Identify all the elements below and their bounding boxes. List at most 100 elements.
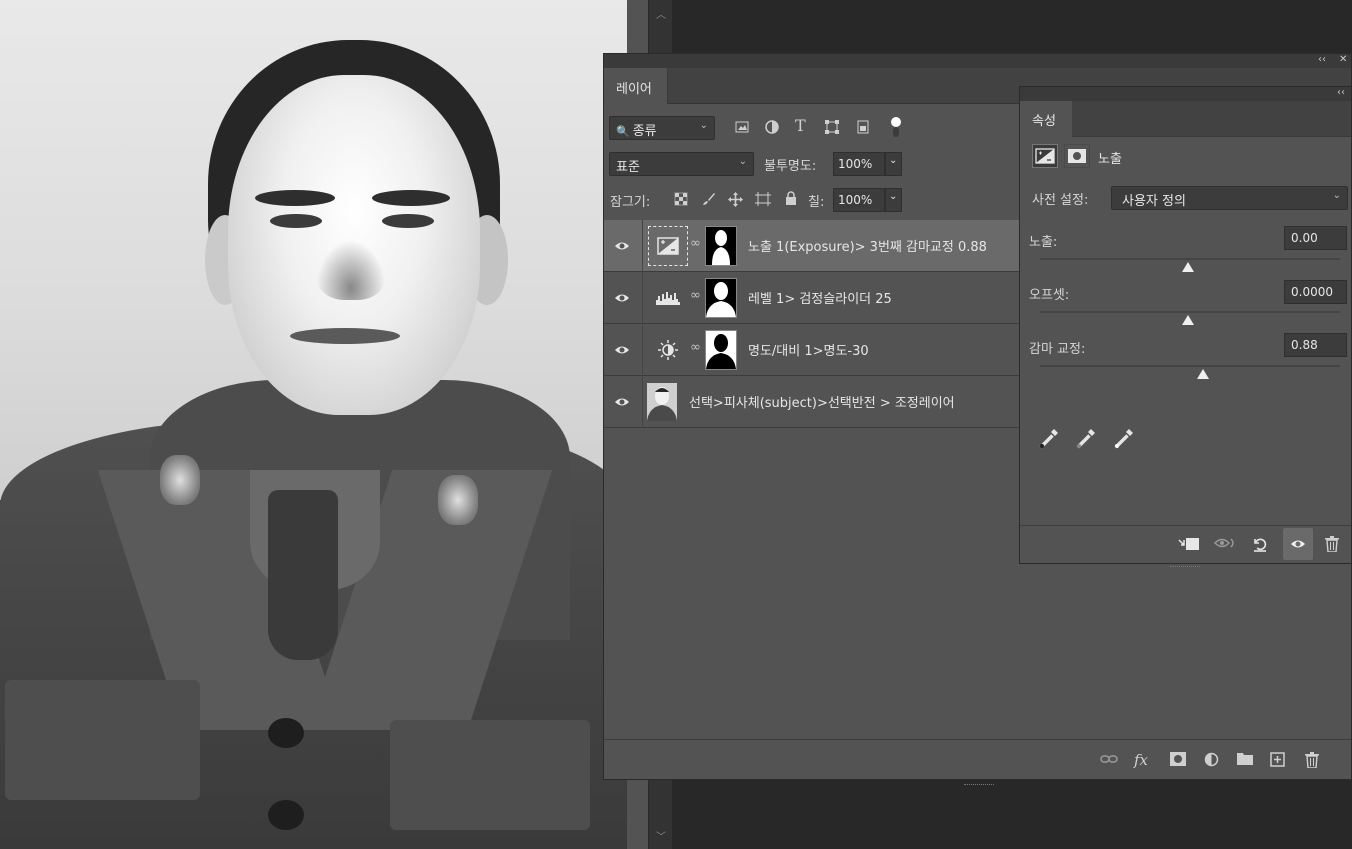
brightness-contrast-sun-icon[interactable] bbox=[648, 330, 688, 370]
offset-input[interactable]: 0.0000 bbox=[1284, 280, 1347, 304]
delete-layer-trash-icon[interactable] bbox=[1305, 752, 1319, 771]
gray-point-eyedropper-icon[interactable] bbox=[1075, 427, 1097, 449]
exposure-slider-track[interactable] bbox=[1040, 258, 1340, 260]
reset-adjustment-icon[interactable] bbox=[1252, 536, 1268, 555]
offset-slider-track[interactable] bbox=[1040, 311, 1340, 313]
lock-label: 잠그기: bbox=[610, 195, 651, 210]
background-photo-thumbnail[interactable] bbox=[646, 382, 678, 422]
tab-layers[interactable]: 레이어 bbox=[604, 68, 668, 104]
properties-bottom-toolbar bbox=[1020, 525, 1351, 567]
fill-dropdown-chevron-icon[interactable]: ⌄ bbox=[885, 188, 902, 212]
layer-row[interactable]: 선택>피사체(subject)>선택반전 > 조정레이어 bbox=[604, 376, 1019, 428]
layer-row[interactable]: ∞ 레벨 1> 검정슬라이더 25 bbox=[604, 272, 1019, 324]
exposure-adjustment-icon[interactable] bbox=[648, 226, 688, 266]
layer-row[interactable]: ∞ 명도/대비 1>명도-30 bbox=[604, 324, 1019, 376]
adjustment-properties-icon[interactable] bbox=[1032, 144, 1058, 168]
filter-adjustment-layer-icon[interactable] bbox=[765, 120, 779, 138]
properties-tab-strip: 속성 bbox=[1020, 101, 1351, 137]
gamma-slider-thumb[interactable] bbox=[1197, 369, 1209, 379]
chevron-down-icon: ⌄ bbox=[1332, 190, 1341, 201]
clip-to-layer-icon[interactable] bbox=[1178, 536, 1200, 555]
photo-button bbox=[268, 718, 304, 748]
gamma-slider-track[interactable] bbox=[1040, 365, 1340, 367]
layer-name[interactable]: 선택>피사체(subject)>선택반전 > 조정레이어 bbox=[689, 392, 955, 411]
layer-style-fx-icon[interactable]: fx bbox=[1134, 752, 1148, 768]
layer-row[interactable]: ∞ 노출 1(Exposure)> 3번째 감마교정 0.88 bbox=[604, 220, 1019, 272]
photo-button bbox=[268, 800, 304, 830]
link-layers-icon[interactable] bbox=[1100, 752, 1118, 768]
filter-smart-object-icon[interactable] bbox=[856, 120, 870, 138]
lock-transparent-pixels-icon[interactable] bbox=[674, 192, 688, 210]
layer-mask-thumbnail[interactable] bbox=[705, 330, 737, 370]
photo-pocket-right bbox=[390, 720, 590, 830]
offset-slider-thumb[interactable] bbox=[1182, 315, 1194, 325]
photo-collar-badge-left bbox=[160, 455, 200, 505]
add-layer-mask-icon[interactable] bbox=[1170, 752, 1186, 769]
visibility-eye-icon[interactable] bbox=[614, 238, 630, 254]
filter-shape-layer-icon[interactable] bbox=[825, 120, 839, 138]
layer-mask-thumbnail[interactable] bbox=[705, 226, 737, 266]
mask-link-chain-icon[interactable]: ∞ bbox=[690, 288, 701, 303]
chevron-down-icon: ⌄ bbox=[699, 120, 708, 131]
layer-name[interactable]: 노출 1(Exposure)> 3번째 감마교정 0.88 bbox=[748, 236, 987, 255]
mask-link-chain-icon[interactable]: ∞ bbox=[690, 236, 701, 251]
panel-resize-grip[interactable] bbox=[1170, 566, 1200, 569]
filter-pixel-layer-icon[interactable] bbox=[735, 120, 749, 138]
photo-eye-left bbox=[270, 214, 322, 228]
visibility-eye-icon[interactable] bbox=[614, 342, 630, 358]
panel-header-bar: ‹‹ bbox=[1020, 87, 1351, 101]
layer-filter-kind-dropdown[interactable]: 🔍 종류 ⌄ bbox=[609, 116, 715, 140]
visibility-eye-icon[interactable] bbox=[614, 290, 630, 306]
gamma-input[interactable]: 0.88 bbox=[1284, 333, 1347, 357]
view-previous-state-icon[interactable] bbox=[1214, 536, 1236, 553]
collapse-panel-icon[interactable]: ‹‹ bbox=[1337, 87, 1345, 98]
search-icon: 🔍 bbox=[616, 125, 630, 138]
mask-properties-icon[interactable] bbox=[1064, 144, 1090, 168]
layer-mask-thumbnail[interactable] bbox=[705, 278, 737, 318]
photo-pocket-left bbox=[5, 680, 200, 800]
white-point-eyedropper-icon[interactable] bbox=[1113, 427, 1135, 449]
preset-dropdown[interactable]: 사용자 정의 ⌄ bbox=[1111, 186, 1348, 210]
scroll-up-arrow-icon[interactable]: ︿ bbox=[649, 6, 673, 21]
close-panel-icon[interactable]: ✕ bbox=[1339, 54, 1347, 65]
fill-input[interactable]: 100% bbox=[833, 188, 885, 212]
lock-artboard-icon[interactable] bbox=[755, 192, 771, 210]
photo-mouth bbox=[290, 328, 400, 344]
lock-image-pixels-brush-icon[interactable] bbox=[702, 192, 716, 210]
exposure-slider-thumb[interactable] bbox=[1182, 262, 1194, 272]
new-layer-icon[interactable] bbox=[1270, 752, 1285, 770]
opacity-label: 불투명도: bbox=[764, 159, 817, 174]
new-group-folder-icon[interactable] bbox=[1237, 752, 1253, 768]
opacity-dropdown-chevron-icon[interactable]: ⌄ bbox=[885, 152, 902, 176]
filter-kind-label: 종류 bbox=[632, 124, 657, 139]
delete-adjustment-trash-icon[interactable] bbox=[1325, 536, 1339, 555]
preset-value: 사용자 정의 bbox=[1122, 194, 1186, 209]
scroll-down-arrow-icon[interactable]: ﹀ bbox=[649, 828, 673, 843]
filter-type-layer-icon[interactable]: T bbox=[795, 118, 806, 134]
visibility-eye-icon[interactable] bbox=[614, 394, 630, 410]
eye-column-divider bbox=[642, 220, 643, 272]
panel-resize-grip[interactable] bbox=[964, 784, 994, 788]
document-canvas[interactable] bbox=[0, 0, 627, 849]
layers-bottom-toolbar: fx bbox=[604, 739, 1351, 785]
filter-toggle-icon[interactable] bbox=[890, 116, 902, 142]
tab-properties[interactable]: 속성 bbox=[1020, 101, 1072, 137]
layer-name[interactable]: 명도/대비 1>명도-30 bbox=[748, 340, 869, 359]
offset-label: 오프셋: bbox=[1029, 288, 1070, 303]
eye-column-divider bbox=[642, 376, 643, 428]
levels-histogram-icon[interactable] bbox=[648, 278, 688, 318]
photo-eye-right bbox=[382, 214, 434, 228]
preset-label: 사전 설정: bbox=[1032, 193, 1089, 208]
opacity-input[interactable]: 100% bbox=[833, 152, 885, 176]
lock-all-icon[interactable] bbox=[785, 191, 797, 210]
blend-mode-dropdown[interactable]: 표준 ⌄ bbox=[609, 152, 754, 176]
new-adjustment-layer-icon[interactable] bbox=[1204, 752, 1219, 770]
layer-name[interactable]: 레벨 1> 검정슬라이더 25 bbox=[748, 288, 892, 307]
exposure-input[interactable]: 0.00 bbox=[1284, 226, 1347, 250]
black-point-eyedropper-icon[interactable] bbox=[1038, 427, 1060, 449]
toggle-layer-visibility-button[interactable] bbox=[1283, 528, 1313, 560]
lock-position-move-icon[interactable] bbox=[728, 192, 743, 211]
collapse-panel-icon[interactable]: ‹‹ bbox=[1318, 54, 1326, 65]
mask-link-chain-icon[interactable]: ∞ bbox=[690, 340, 701, 355]
photo-eyebrow-left bbox=[255, 190, 335, 206]
